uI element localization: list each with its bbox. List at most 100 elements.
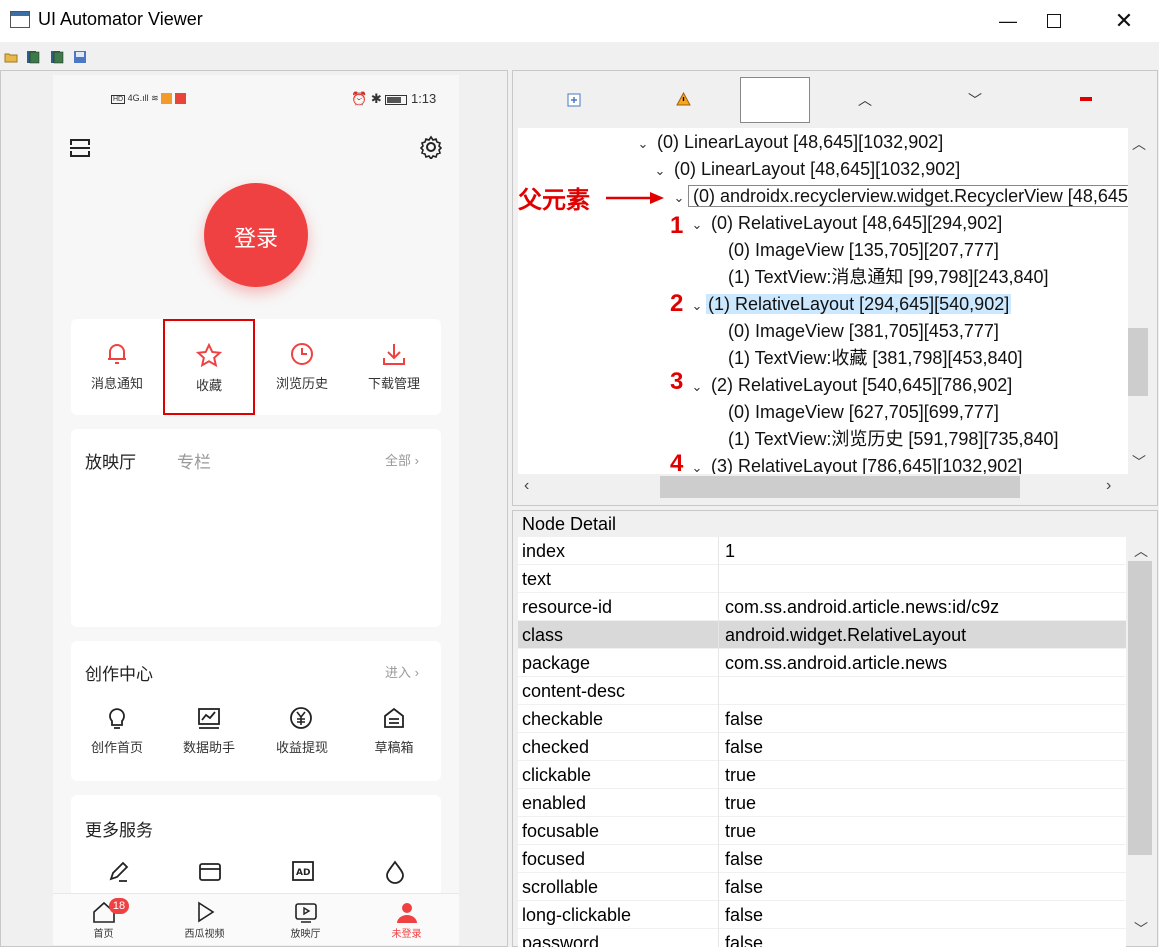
edit-icon[interactable] (105, 859, 131, 885)
detail-vertical-scrollbar[interactable]: ︿ ﹀ (1128, 537, 1152, 943)
drafts-item[interactable]: 草稿箱 (348, 705, 440, 756)
data-assistant-item[interactable]: 数据助手 (163, 705, 255, 756)
play-icon (197, 901, 214, 923)
scan-icon[interactable] (69, 137, 91, 164)
previous-node-icon[interactable]: ︿ (858, 90, 872, 110)
tree-node[interactable]: ⌄ (0) LinearLayout [48,645][1032,902] (634, 129, 944, 157)
chevron-down-icon[interactable]: ⌄ (688, 454, 706, 474)
device-screenshot-icon[interactable] (26, 50, 40, 64)
detail-row-content-desc[interactable]: content-desc (518, 677, 1126, 705)
tree-node-selected[interactable]: ⌄ (1) RelativeLayout [294,645][540,902] (688, 291, 1012, 319)
chevron-down-icon[interactable]: ⌄ (688, 211, 706, 238)
chevron-down-icon[interactable]: ⌄ (670, 184, 688, 211)
tree-node[interactable]: (0) ImageView [135,705][207,777] (728, 237, 999, 264)
detail-row-checked[interactable]: checked false (518, 733, 1126, 761)
nav-hall[interactable]: 放映厅 (255, 894, 356, 940)
detail-row-package[interactable]: package com.ss.android.article.news (518, 649, 1126, 677)
detail-value: false (725, 709, 764, 729)
warning-icon[interactable] (676, 91, 691, 111)
notification-badge: 18 (109, 898, 129, 914)
tree-node[interactable]: ⌄ (0) LinearLayout [48,645][1032,902] (651, 156, 961, 184)
login-button[interactable]: 登录 (204, 183, 308, 287)
toggle-naf-icon[interactable] (1080, 97, 1092, 101)
nav-home[interactable]: 首页 18 (53, 894, 154, 940)
status-bar: HD 4G.ıll ≋ ⏰ ✱ 1:13 (53, 75, 459, 121)
tree-node-label: (2) RelativeLayout [540,645][786,902] (711, 375, 1013, 395)
chevron-down-icon[interactable]: ⌄ (688, 292, 706, 319)
enter-link[interactable]: 进入 › (385, 662, 419, 681)
scroll-up-icon[interactable]: ︿ (1132, 134, 1146, 154)
detail-row-class[interactable]: class android.widget.RelativeLayout (518, 621, 1126, 649)
wallet-icon[interactable] (197, 859, 223, 885)
tree-vertical-scrollbar[interactable]: ︿ ﹀ (1128, 128, 1148, 474)
tree-node[interactable]: ⌄ (0) RelativeLayout [48,645][294,902] (688, 210, 1003, 238)
hierarchy-tree[interactable]: ⌄ (0) LinearLayout [48,645][1032,902] ⌄ … (518, 128, 1128, 474)
nav-label: 放映厅 (290, 929, 321, 940)
detail-key: index (522, 541, 566, 561)
close-button[interactable]: ✕ (1101, 0, 1147, 42)
quick-action-notifications[interactable]: 消息通知 (71, 341, 163, 392)
tree-node[interactable]: (1) TextView:消息通知 [99,798][243,840] (728, 264, 1049, 291)
tree-node[interactable]: ⌄ (2) RelativeLayout [540,645][786,902] (688, 372, 1013, 400)
tree-node[interactable]: (1) TextView:浏览历史 [591,798][735,840] (728, 426, 1059, 453)
view-all-link[interactable]: 全部 › (385, 450, 419, 469)
minimize-button[interactable]: — (985, 0, 1031, 42)
tab-hall[interactable]: 放映厅 (85, 448, 136, 473)
detail-row-enabled[interactable]: enabled true (518, 789, 1126, 817)
tree-horizontal-scrollbar[interactable]: ‹ › (518, 474, 1128, 500)
chevron-down-icon[interactable]: ⌄ (651, 157, 669, 184)
device-screenshot-compressed-icon[interactable] (50, 50, 64, 64)
quick-action-downloads[interactable]: 下载管理 (348, 341, 440, 392)
open-folder-icon[interactable] (4, 50, 18, 64)
nav-xigua-video[interactable]: 西瓜视频 (154, 894, 255, 940)
tab-column[interactable]: 专栏 (177, 448, 211, 473)
detail-row-long-clickable[interactable]: long-clickable false (518, 901, 1126, 929)
expand-all-icon[interactable] (567, 93, 581, 112)
settings-gear-icon[interactable] (419, 135, 443, 164)
ad-icon[interactable]: AD (290, 859, 316, 885)
chevron-down-icon[interactable]: ⌄ (634, 130, 652, 157)
node-detail-table[interactable]: index 1 text resource-id com.ss.android.ar… (518, 537, 1126, 947)
maximize-button[interactable] (1031, 0, 1077, 42)
water-drop-icon[interactable] (382, 859, 408, 885)
save-icon[interactable] (73, 50, 87, 64)
creation-home-item[interactable]: 创作首页 (71, 705, 163, 756)
detail-key: text (522, 569, 552, 589)
detail-row-clickable[interactable]: clickable true (518, 761, 1126, 789)
creation-item-label: 创作首页 (90, 740, 143, 755)
chevron-down-icon[interactable]: ⌄ (688, 373, 706, 400)
bottom-nav: 首页 18 西瓜视频 放映厅 未登录 (53, 893, 459, 945)
nav-not-logged-in[interactable]: 未登录 (356, 894, 457, 940)
detail-row-resource-id[interactable]: resource-id com.ss.android.article.news:i… (518, 593, 1126, 621)
scrollbar-thumb[interactable] (1128, 328, 1148, 396)
detail-row-focused[interactable]: focused false (518, 845, 1126, 873)
scrollbar-thumb[interactable] (660, 476, 1020, 498)
next-node-icon[interactable]: ﹀ (968, 90, 982, 110)
scrollbar-thumb[interactable] (1128, 561, 1152, 855)
scroll-right-icon[interactable]: › (1106, 477, 1111, 495)
status-right: ⏰ ✱ 1:13 (351, 91, 436, 107)
earnings-withdraw-item[interactable]: 收益提现 (256, 705, 348, 756)
filter-input[interactable] (740, 77, 810, 123)
tree-node[interactable]: (1) TextView:收藏 [381,798][453,840] (728, 345, 1023, 372)
scroll-down-icon[interactable]: ﹀ (1132, 452, 1146, 472)
quick-action-favorites[interactable]: 收藏 (163, 319, 255, 415)
detail-key: resource-id (522, 597, 613, 617)
scroll-down-icon[interactable]: ﹀ (1134, 919, 1148, 939)
clock-icon (291, 343, 313, 365)
bluetooth-icon: ✱ (370, 91, 382, 106)
detail-row-index[interactable]: index 1 (518, 537, 1126, 565)
detail-row-scrollable[interactable]: scrollable false (518, 873, 1126, 901)
tree-node-parent[interactable]: ⌄ (0) androidx.recyclerview.widget.Recycl… (670, 183, 1128, 210)
scroll-left-icon[interactable]: ‹ (524, 477, 529, 495)
detail-row-focusable[interactable]: focusable true (518, 817, 1126, 845)
device-screen[interactable]: HD 4G.ıll ≋ ⏰ ✱ 1:13 登录 消息通知 收藏 浏览历史 下载管… (53, 75, 459, 945)
scroll-up-icon[interactable]: ︿ (1134, 541, 1148, 561)
tree-node[interactable]: ⌄ (3) RelativeLayout [786,645][1032,902] (688, 453, 1023, 474)
detail-row-checkable[interactable]: checkable false (518, 705, 1126, 733)
tree-node[interactable]: (0) ImageView [381,705][453,777] (728, 318, 999, 345)
tree-node[interactable]: (0) ImageView [627,705][699,777] (728, 399, 999, 426)
detail-row-text[interactable]: text (518, 565, 1126, 593)
quick-action-history[interactable]: 浏览历史 (256, 341, 348, 392)
detail-row-password[interactable]: password false (518, 929, 1126, 947)
